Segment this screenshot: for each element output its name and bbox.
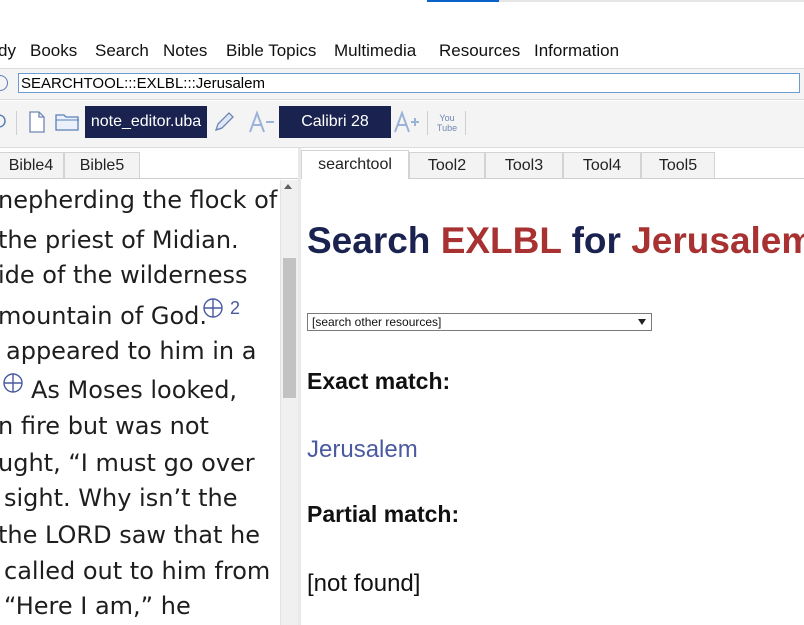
toolbar-separator [16, 111, 17, 135]
command-row [0, 68, 804, 100]
menu-study[interactable]: dy [0, 41, 16, 61]
menu-multimedia[interactable]: Multimedia [334, 41, 416, 61]
tab-tool5[interactable]: Tool5 [641, 152, 715, 178]
bible-text-line: called out to him from [4, 557, 271, 585]
bible-text-panel: nepherding the flock of the priest of Mi… [0, 180, 280, 625]
command-go-icon[interactable] [0, 75, 8, 91]
main-toolbar: note_editor.uba Calibri 28 You Tube [0, 101, 804, 148]
bible-text-line: ide of the wilderness [0, 261, 248, 289]
partial-match-heading: Partial match: [307, 501, 460, 527]
bible-text-line: the priest of Midian. [0, 226, 239, 254]
bible-text-line: n fire but was not [0, 412, 209, 440]
menu-bar: dy Books Search Notes Bible Topics Multi… [0, 38, 804, 64]
scroll-thumb[interactable] [283, 258, 296, 398]
left-tab-bar: Bible4 Bible5 [0, 150, 298, 179]
heading-search-term: Jerusalem [631, 220, 804, 261]
bible-text-line: “Here I am,” he [4, 592, 191, 620]
window-top-strip [0, 0, 804, 38]
bible-scrollbar[interactable] [280, 180, 298, 625]
menu-bible-topics[interactable]: Bible Topics [226, 41, 316, 61]
menu-search[interactable]: Search [95, 41, 149, 61]
refresh-icon[interactable] [0, 112, 10, 130]
heading-for-word: for [571, 220, 621, 261]
partial-match-result: [not found] [307, 570, 421, 597]
command-input[interactable] [18, 73, 800, 93]
cross-reference-icon[interactable] [202, 297, 226, 321]
tab-searchtool[interactable]: searchtool [301, 150, 409, 179]
menu-resources[interactable]: Resources [439, 41, 520, 61]
search-tool-panel: Search EXLBL for Jerusalem [search other… [301, 180, 804, 625]
open-folder-icon[interactable] [55, 112, 81, 132]
exact-match-result-link[interactable]: Jerusalem [307, 436, 418, 464]
tab-strip-divider [499, 0, 804, 2]
menu-books[interactable]: Books [30, 41, 77, 61]
select-value: [search other resources] [312, 315, 442, 329]
bible-text-line: As Moses looked, [31, 376, 238, 404]
note-editor-button[interactable]: note_editor.uba [85, 106, 207, 138]
search-heading: Search EXLBL for Jerusalem [307, 220, 804, 262]
tab-tool3[interactable]: Tool3 [485, 152, 563, 178]
new-file-icon[interactable] [27, 111, 47, 133]
youtube-icon[interactable]: You Tube [435, 109, 459, 137]
tab-tool2[interactable]: Tool2 [409, 152, 485, 178]
scroll-up-arrow-icon[interactable] [284, 184, 292, 189]
menu-notes[interactable]: Notes [163, 41, 207, 61]
decrease-font-icon[interactable] [248, 110, 276, 136]
heading-search-word: Search [307, 220, 431, 261]
search-resources-select[interactable]: [search other resources] [307, 313, 652, 331]
bible-text-line: nepherding the flock of [0, 186, 278, 214]
verse-number[interactable]: 2 [230, 298, 240, 319]
exact-match-heading: Exact match: [307, 368, 451, 394]
tab-tool4[interactable]: Tool4 [563, 152, 641, 178]
bible-text-line: ught, “I must go over [0, 449, 255, 477]
increase-font-icon[interactable] [393, 110, 421, 136]
right-tab-bar: searchtool Tool2 Tool3 Tool4 Tool5 [301, 150, 804, 179]
toolbar-separator [465, 111, 466, 135]
tab-bible4[interactable]: Bible4 [0, 152, 64, 178]
toolbar-separator [427, 111, 428, 135]
font-size-button[interactable]: Calibri 28 [279, 106, 391, 138]
tab-bible5[interactable]: Bible5 [64, 152, 140, 178]
chevron-down-icon [638, 319, 646, 325]
heading-module: EXLBL [440, 220, 562, 261]
bible-text-line: sight. Why isn’t the [4, 484, 238, 512]
bible-text-line: the LORD saw that he [0, 521, 261, 549]
edit-pencil-icon[interactable] [212, 110, 236, 134]
active-tab-indicator [427, 0, 499, 2]
cross-reference-icon[interactable] [2, 372, 26, 396]
bible-text-line: mountain of God. [0, 302, 208, 330]
menu-information[interactable]: Information [534, 41, 619, 61]
bible-text-line: appeared to him in a [6, 337, 257, 365]
